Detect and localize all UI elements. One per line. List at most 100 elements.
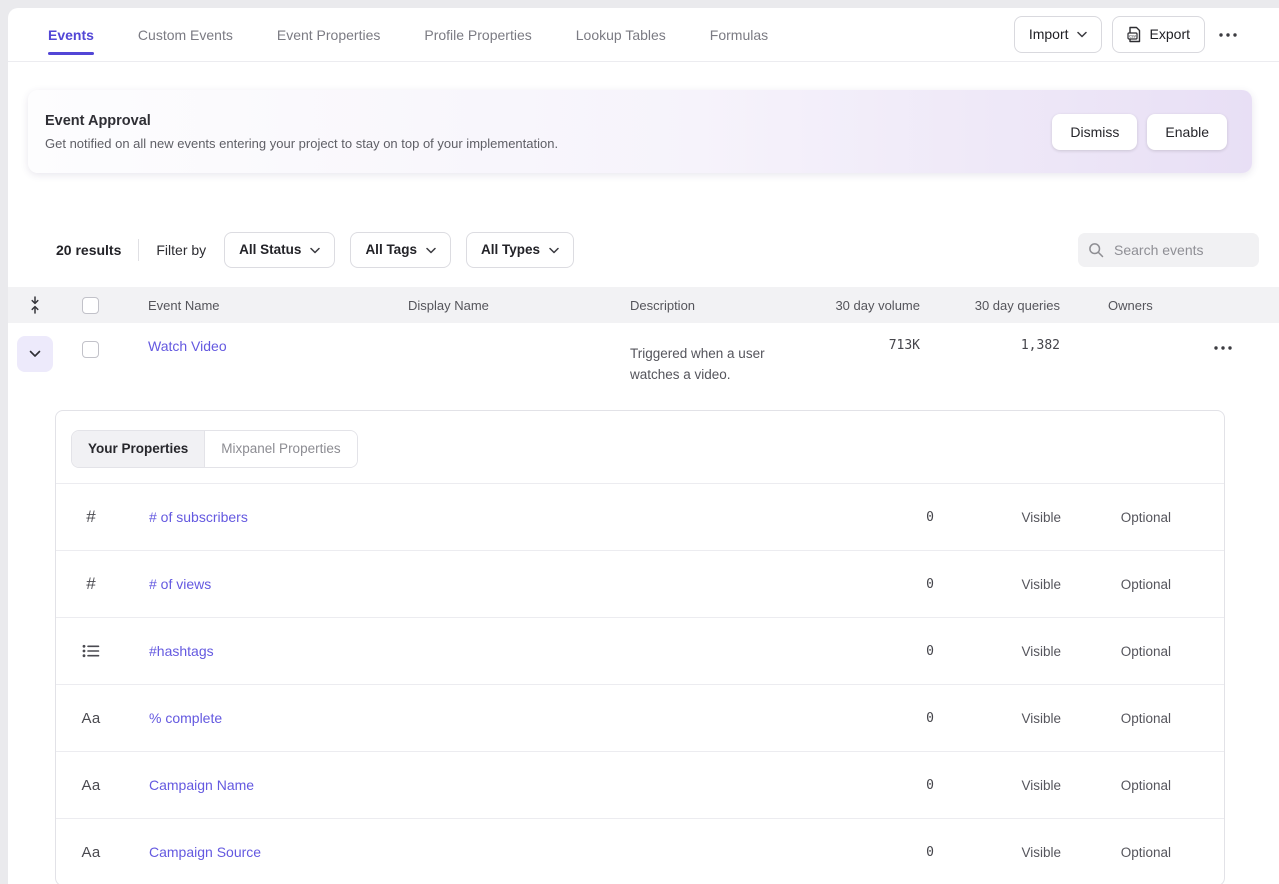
banner-subtitle: Get notified on all new events entering … [45,136,1052,151]
row-checkbox[interactable] [82,341,99,358]
nav-tab-events[interactable]: Events [26,8,116,61]
filter-dropdown-all-types[interactable]: All Types [466,232,574,268]
filter-bar: 20 results Filter by All Status All Tags… [8,232,1279,268]
properties-tab-your-properties[interactable]: Your Properties [72,431,204,467]
header-event-name: Event Name [148,298,408,313]
property-row: # Aa # of views 0 Visible Optional [56,550,1224,617]
row-more-button[interactable] [1210,340,1236,356]
event-approval-banner: Event Approval Get notified on all new e… [28,90,1252,173]
filter-dropdowns: All Status All Tags All Types [224,232,589,268]
collapse-row-button[interactable] [17,336,53,372]
nav-tab-label: Custom Events [138,27,233,43]
properties-tabs: Your Properties Mixpanel Properties [71,430,358,468]
import-label: Import [1029,26,1069,43]
table-header: Event Name Display Name Description 30 d… [8,287,1279,323]
property-type: # Aa [56,507,126,527]
property-visibility: Visible [934,510,1061,525]
event-30-day-queries: 1,382 [1021,338,1060,353]
property-count: 0 [874,577,934,592]
properties-panel: Your Properties Mixpanel Properties # Aa… [55,410,1225,884]
search-icon [1088,242,1104,258]
properties-tab-mixpanel-properties[interactable]: Mixpanel Properties [204,431,356,467]
property-requirement: Optional [1061,778,1171,793]
header-30-day-queries: 30 day queries [920,298,1060,313]
chevron-down-icon [29,350,41,358]
banner-title: Event Approval [45,113,1052,129]
property-name-link[interactable]: # of views [149,576,211,592]
ellipsis-icon [1214,346,1232,350]
top-nav: Events Custom Events Event Properties Pr… [8,8,1279,62]
property-visibility: Visible [934,711,1061,726]
filter-dropdown-all-status[interactable]: All Status [224,232,335,268]
property-name-link[interactable]: % complete [149,710,222,726]
filter-dropdown-label: All Status [239,242,301,258]
select-all-checkbox[interactable] [82,297,99,314]
property-row: # Aa #hashtags 0 Visible Optional [56,617,1224,684]
list-type-icon [82,644,100,658]
nav-tab-lookup-tables[interactable]: Lookup Tables [554,8,688,61]
ellipsis-icon [1219,33,1237,37]
nav-tab-custom-events[interactable]: Custom Events [116,8,255,61]
property-type: # Aa [56,844,126,861]
property-name-link[interactable]: Campaign Source [149,844,261,860]
nav-tab-label: Formulas [710,27,768,43]
collapse-all-rows-button[interactable] [27,294,43,316]
import-button[interactable]: Import [1014,16,1102,53]
property-count: 0 [874,644,934,659]
property-count: 0 [874,510,934,525]
collapse-rows-icon [29,296,41,314]
filter-dropdown-label: All Types [481,242,540,258]
divider [138,239,139,261]
nav-tab-label: Events [48,27,94,43]
search-box[interactable] [1078,233,1259,267]
export-button[interactable]: csv Export [1112,16,1205,53]
number-type-icon: # [86,574,95,594]
chevron-down-icon [549,247,559,254]
header-30-day-volume: 30 day volume [820,298,920,313]
results-count: 20 results [56,242,121,258]
properties-panel-header: Your Properties Mixpanel Properties [56,411,1224,483]
text-type-icon: Aa [82,844,101,861]
content-card: Events Custom Events Event Properties Pr… [8,8,1279,884]
property-name-link[interactable]: # of subscribers [149,509,248,525]
event-name-link[interactable]: Watch Video [148,338,227,354]
filter-dropdown-all-tags[interactable]: All Tags [350,232,451,268]
nav-tab-event-properties[interactable]: Event Properties [255,8,403,61]
chevron-down-icon [1077,31,1087,38]
enable-button[interactable]: Enable [1147,114,1227,150]
property-name-link[interactable]: #hashtags [149,643,214,659]
nav-tab-label: Profile Properties [424,27,531,43]
more-options-button[interactable] [1215,27,1241,43]
property-requirement: Optional [1061,711,1171,726]
property-visibility: Visible [934,778,1061,793]
nav-tab-label: Lookup Tables [576,27,666,43]
export-label: Export [1150,26,1190,43]
property-visibility: Visible [934,644,1061,659]
property-visibility: Visible [934,577,1061,592]
property-type: # Aa [56,644,126,658]
property-type: # Aa [56,777,126,794]
property-count: 0 [874,778,934,793]
property-count: 0 [874,711,934,726]
number-type-icon: # [86,507,95,527]
dismiss-button[interactable]: Dismiss [1052,114,1137,150]
chevron-down-icon [310,247,320,254]
nav-tab-formulas[interactable]: Formulas [688,8,790,61]
property-name-link[interactable]: Campaign Name [149,777,254,793]
property-visibility: Visible [934,845,1061,860]
active-tab-underline [48,52,94,55]
filter-dropdown-label: All Tags [365,242,417,258]
property-count: 0 [874,845,934,860]
search-input[interactable] [1112,241,1249,259]
banner-actions: Dismiss Enable [1052,114,1227,150]
text-type-icon: Aa [82,710,101,727]
text-type-icon: Aa [82,777,101,794]
filter-by-label: Filter by [156,242,206,258]
csv-file-icon: csv [1127,26,1142,43]
property-requirement: Optional [1061,510,1171,525]
nav-tab-profile-properties[interactable]: Profile Properties [402,8,553,61]
header-description: Description [630,298,820,313]
event-30-day-volume: 713K [889,338,920,353]
properties-tab-label: Mixpanel Properties [221,441,340,456]
property-type: # Aa [56,574,126,594]
